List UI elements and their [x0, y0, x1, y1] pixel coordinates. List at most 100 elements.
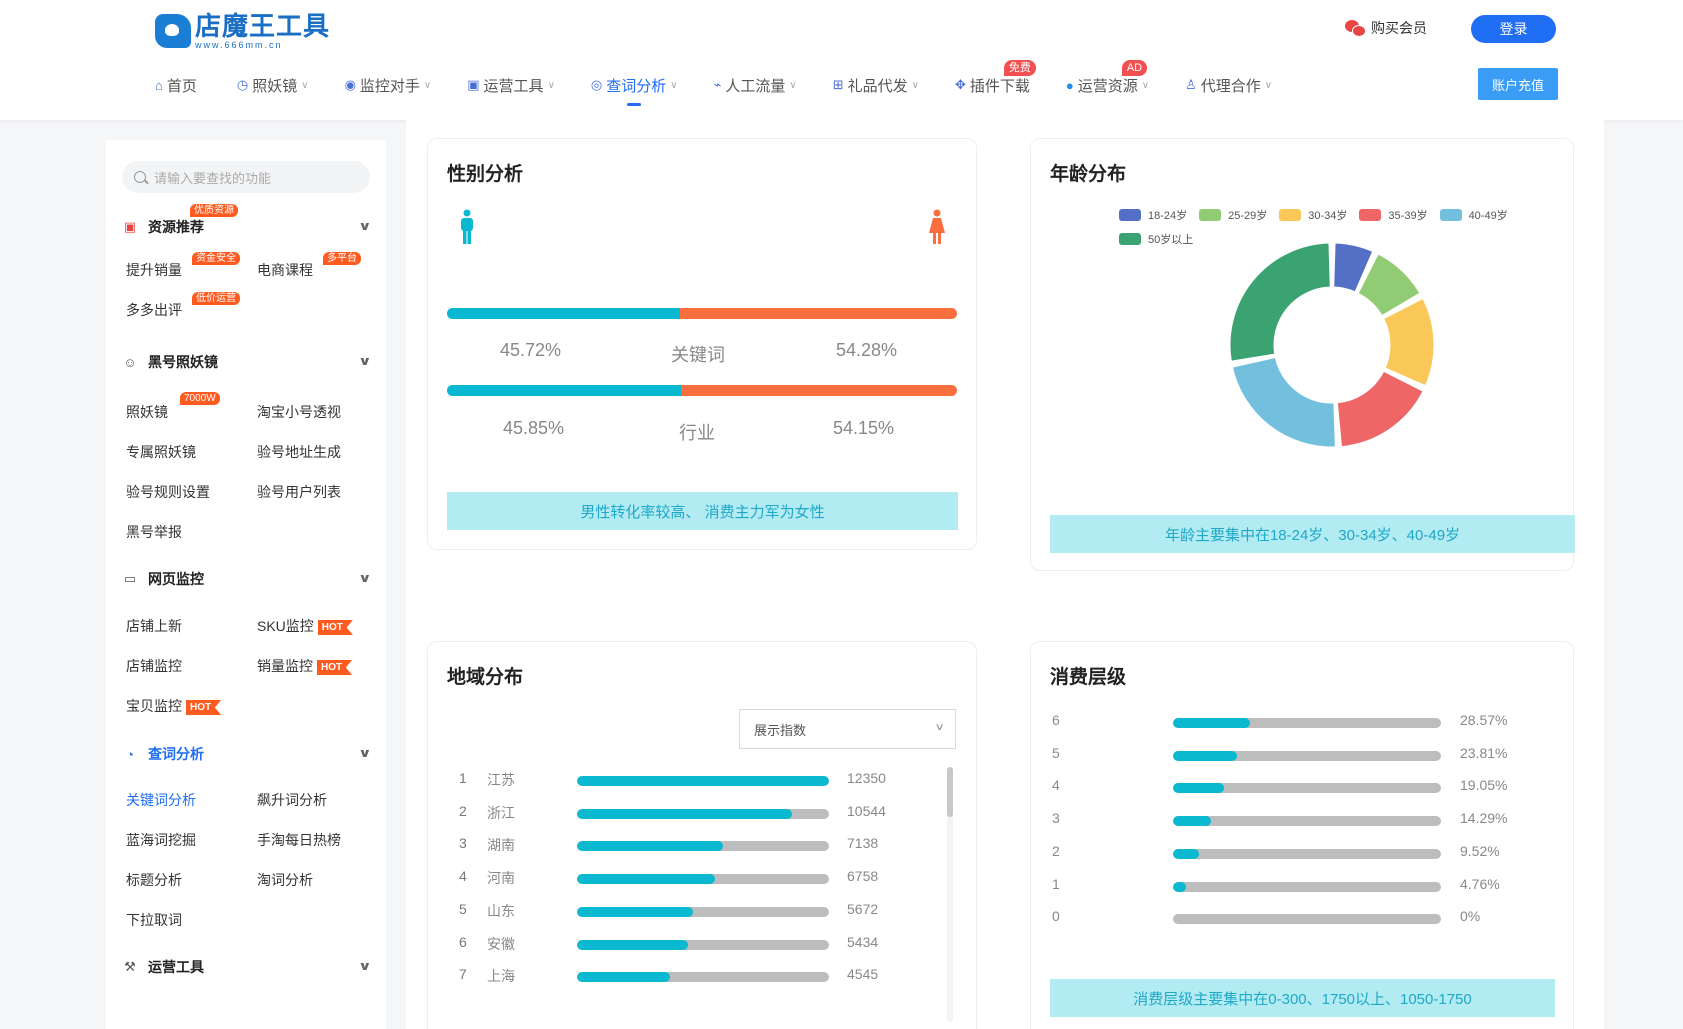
sidebar-item-daily-hot[interactable]: 手淘每日热榜 [257, 830, 341, 850]
sidebar-item-courses[interactable]: 电商课程 [257, 260, 313, 280]
ghost-icon: ☺ [123, 354, 137, 370]
scrollbar-thumb[interactable] [947, 767, 953, 817]
sidebar-item-dropdown-words[interactable]: 下拉取词 [126, 910, 182, 930]
legend-item[interactable]: 18-24岁 [1119, 207, 1187, 223]
region-card: 地域分布 展示指数 ∨ 1 江苏 12350 2 浙江 10544 3 湖南 7138 4 河南 67… [427, 641, 977, 1029]
consumption-bar-fill [1173, 816, 1212, 827]
level-percent: 4.76% [1460, 875, 1500, 892]
legend-label: 50岁以上 [1148, 234, 1194, 246]
donut-slice-5[interactable] [1229, 242, 1331, 362]
nav-ops-tools[interactable]: ▣ 运营工具 ∨ [467, 72, 555, 98]
drop-icon: ● [1065, 77, 1074, 93]
hot-badge: HOT [186, 700, 222, 715]
sidebar-item-exclusive-mirror[interactable]: 专属照妖镜 [126, 442, 196, 462]
region-value: 10544 [847, 802, 886, 819]
mirror-icon: ◷ [236, 77, 249, 92]
sidebar-item-blue-ocean[interactable]: 蓝海词挖掘 [126, 830, 196, 850]
rank: 4 [459, 868, 467, 885]
legend-label: 30-34岁 [1308, 210, 1348, 222]
buy-vip-label: 购买会员 [1371, 20, 1427, 36]
consumption-summary: 消费层级主要集中在0-300、1750以上、1050-1750 [1050, 979, 1555, 1017]
sidebar-item-mirror[interactable]: 照妖镜 [126, 402, 168, 422]
donut-slice-4[interactable] [1231, 357, 1336, 448]
sidebar-item-sku-monitor[interactable]: SKU监控 HOT [257, 616, 353, 636]
legend-item[interactable]: 35-39岁 [1359, 207, 1428, 223]
level-label: 5 [1052, 744, 1060, 761]
province-name: 山东 [487, 902, 515, 919]
sidebar-item-user-list[interactable]: 验号用户列表 [257, 482, 341, 502]
section-mirror[interactable]: ☺ 黑号照妖镜 ∨ [122, 350, 372, 374]
level-percent: 19.05% [1460, 777, 1508, 794]
sidebar-item-boost-sales[interactable]: 提升销量 [126, 260, 182, 280]
section-ops-tools[interactable]: ⚒ 运营工具 ∨ [122, 955, 372, 979]
index-select[interactable]: 展示指数 ∨ [739, 709, 956, 749]
sidebar-item-sales-monitor[interactable]: 销量监控 HOT [257, 656, 353, 676]
nav-traffic[interactable]: ⌁ 人工流量 ∨ [714, 72, 797, 98]
age-card: 年龄分布 18-24岁 25-29岁 30-34岁 35-39岁 40-49岁 50岁以上… [1030, 138, 1575, 571]
legend-label: 25-29岁 [1228, 210, 1268, 222]
search-input[interactable]: 请输入要查找的功能 [122, 161, 370, 193]
region-value: 5434 [847, 933, 879, 950]
region-value: 5672 [847, 900, 879, 917]
donut-slice-2[interactable] [1383, 298, 1435, 387]
region-value: 4545 [847, 966, 879, 983]
level-label: 1 [1052, 875, 1060, 892]
region-bar-fill [577, 939, 688, 950]
level-percent: 9.52% [1460, 842, 1500, 859]
nav-mirror[interactable]: ◷ 照妖镜 ∨ [237, 72, 309, 98]
item-tag: 多平台 [323, 252, 361, 265]
sidebar-item-rules[interactable]: 验号规则设置 [126, 482, 210, 502]
level-label: 0 [1052, 908, 1060, 925]
section-monitor[interactable]: ▭ 网页监控 ∨ [122, 567, 372, 591]
recharge-button[interactable]: 账户充值 [1478, 68, 1558, 100]
section-word-analysis[interactable]: ◔ 查词分析 ∨ [122, 742, 372, 766]
sidebar-item-new-items[interactable]: 店铺上新 [126, 616, 182, 636]
consumption-bar-fill [1173, 750, 1237, 761]
donut-slice-3[interactable] [1336, 370, 1424, 448]
nav-gift[interactable]: ⊞ 礼品代发 ∨ [833, 72, 919, 98]
ad-badge: AD [1121, 60, 1148, 76]
sidebar-item-rising-words[interactable]: 飙升词分析 [257, 790, 327, 810]
legend-item[interactable]: 30-34岁 [1279, 207, 1347, 223]
rank: 6 [459, 933, 467, 950]
section-resources[interactable]: ▣ 资源推荐 ∨ [122, 215, 372, 239]
logo-icon [155, 14, 191, 48]
region-value: 7138 [847, 835, 879, 852]
sidebar-item-product-monitor[interactable]: 宝贝监控 HOT [126, 696, 222, 716]
sidebar-item-title-analysis[interactable]: 标题分析 [126, 870, 182, 890]
logo[interactable]: 店魔王工具 www.666mm.cn [155, 12, 330, 50]
legend-item[interactable]: 25-29岁 [1199, 207, 1267, 223]
login-button[interactable]: 登录 [1471, 15, 1556, 43]
level-label: 6 [1052, 712, 1060, 728]
sidebar-item-keyword-analysis[interactable]: 关键词分析 [126, 790, 196, 810]
legend-item[interactable]: 40-49岁 [1439, 207, 1508, 223]
sidebar: 请输入要查找的功能 ▣ 资源推荐 ∨ 优质资源 提升销量 资金安全 电商课程 多… [106, 140, 386, 1029]
sidebar-item-taobao-view[interactable]: 淘宝小号透视 [257, 402, 341, 422]
nav-plugin[interactable]: ✥ 插件下载 免费 [955, 60, 1036, 98]
tools-icon: ⚒ [124, 959, 136, 974]
sidebar-item-shop-monitor[interactable]: 店铺监控 [126, 656, 182, 676]
item-tag: 低价运营 [192, 292, 240, 305]
sidebar-item-reviews[interactable]: 多多出评 [126, 300, 182, 320]
region-value: 12350 [847, 770, 886, 786]
logo-url: www.666mm.cn [195, 40, 283, 50]
sidebar-item-address-gen[interactable]: 验号地址生成 [257, 442, 341, 462]
region-bar [577, 841, 829, 852]
hot-badge: HOT [317, 660, 353, 675]
nav-word-analysis[interactable]: ◎ 查词分析 ∨ [591, 72, 678, 106]
consumption-bar [1173, 914, 1441, 925]
level-label: 3 [1052, 810, 1060, 827]
nav-monitor[interactable]: ◉ 监控对手 ∨ [345, 72, 432, 98]
province-name: 浙江 [487, 804, 515, 821]
region-row: 5 山东 5672 [459, 901, 879, 921]
sidebar-item-taoci-analysis[interactable]: 淘词分析 [257, 870, 313, 890]
legend-item[interactable]: 50岁以上 [1119, 231, 1193, 247]
region-bar [577, 808, 829, 819]
male-segment [447, 385, 681, 396]
buy-vip-link[interactable]: 购买会员 [1345, 18, 1427, 38]
sidebar-item-report[interactable]: 黑号举报 [126, 522, 182, 542]
nav-home[interactable]: ⌂ 首页 [155, 72, 197, 98]
region-bar [577, 776, 829, 786]
nav-agent[interactable]: ♙ 代理合作 ∨ [1185, 72, 1272, 98]
nav-resources[interactable]: ● 运营资源 ∨ AD [1065, 60, 1149, 98]
